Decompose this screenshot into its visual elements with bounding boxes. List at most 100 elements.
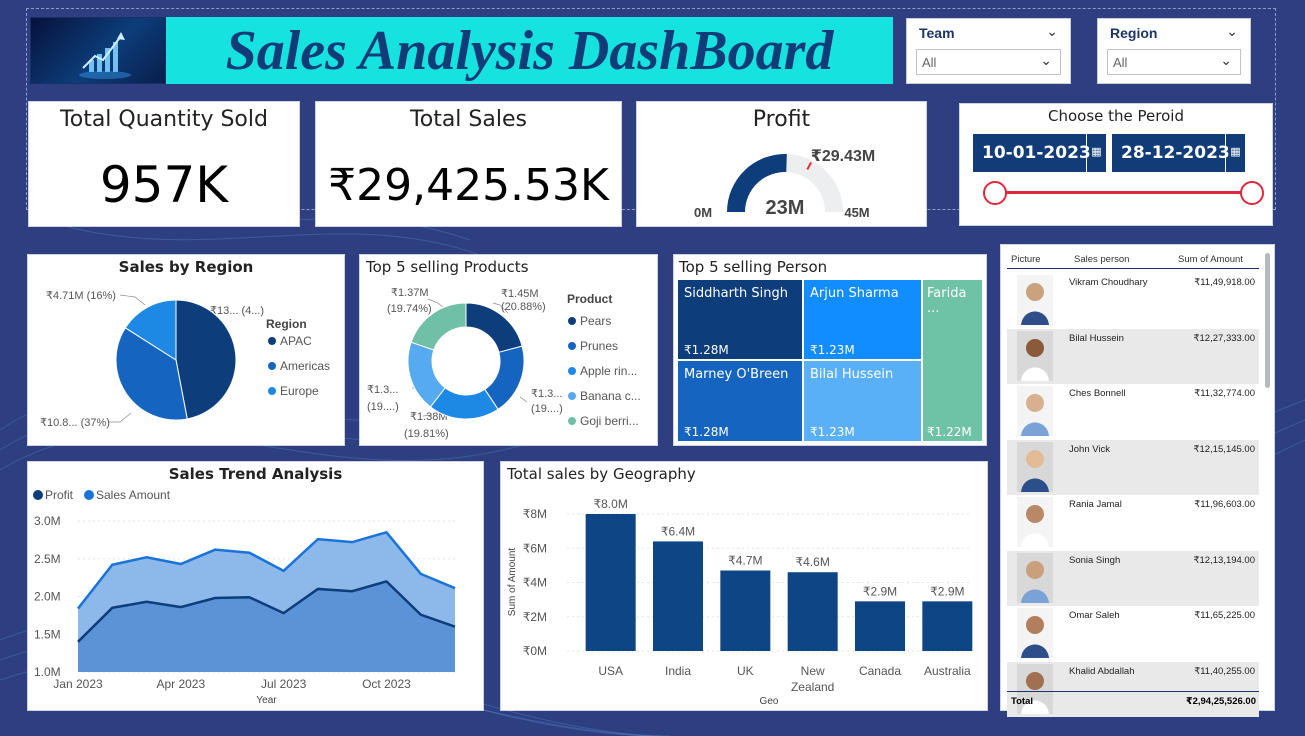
sales-by-region-card: Sales by Region ₹13... (4...) ₹10.8... (…: [27, 254, 345, 446]
sales-trend-card: Sales Trend Analysis 1.0M 1.5M 2.0M 2.5M 3.0…: [27, 461, 484, 711]
kpi-total-quantity: Total Quantity Sold 957K: [28, 101, 300, 227]
sales-trend-chart: 1.0M1.5M2.0M2.5M3.0MJan 2023 Apr 2023 Jul …: [33, 488, 456, 706]
x-tick-label: Zealand: [791, 680, 834, 694]
treemap-cell[interactable]: Siddharth Singh ₹1.28M: [678, 280, 802, 359]
avatar: [1017, 275, 1053, 325]
chevron-down-icon[interactable]: ⌄: [1226, 23, 1238, 40]
sales-amount: ₹12,13,194.00: [1193, 554, 1255, 566]
sales-person-table: Picture Sales person Sum of Amount Vikra…: [1000, 244, 1275, 717]
sales-person-name: Khalid Abdallah: [1069, 665, 1135, 677]
table-scrollbar[interactable]: [1265, 253, 1270, 388]
calendar-icon[interactable]: ▦: [1225, 134, 1245, 172]
bar: [653, 541, 703, 651]
legend-marker: [268, 337, 276, 345]
column-header: Picture: [1011, 254, 1041, 265]
treemap-cell[interactable]: Farida ... ₹1.22M: [923, 280, 982, 441]
growth-chart-icon: [79, 32, 131, 79]
x-tick-label: India: [665, 664, 691, 678]
legend-marker: [33, 490, 43, 500]
data-label: ₹2.9M: [930, 584, 964, 598]
top-products-card: Top 5 selling Products ₹1.45M (20.88%) ₹…: [359, 254, 658, 446]
legend-label: Sales Amount: [96, 488, 171, 502]
person-icon: [1017, 608, 1053, 658]
chevron-down-icon[interactable]: ⌄: [1046, 23, 1058, 40]
team-slicer[interactable]: Team ⌄ All ⌄: [906, 18, 1071, 84]
legend-label: Americas: [280, 359, 330, 373]
person-icon: [1017, 552, 1053, 603]
region-dropdown[interactable]: All ⌄: [1107, 49, 1241, 75]
range-start-handle[interactable]: [983, 181, 1007, 205]
treemap-name: Siddharth Singh: [684, 286, 788, 301]
legend-label: Pears: [580, 314, 611, 328]
team-dropdown[interactable]: All ⌄: [916, 49, 1061, 75]
avatar: [1017, 330, 1053, 381]
table-row[interactable]: Vikram Choudhary ₹11,49,918.00: [1007, 273, 1259, 328]
chart-title: Top 5 selling Person: [679, 258, 828, 276]
treemap-value: ₹1.23M: [810, 425, 855, 439]
profit-gauge: 23M 0M 45M ₹29.43M: [694, 148, 876, 220]
dashboard-title: Sales Analysis DashBoard: [225, 19, 834, 82]
table-row[interactable]: Sonia Singh ₹12,13,194.00: [1007, 550, 1259, 606]
y-tick-label: ₹0M: [523, 644, 547, 658]
table-row[interactable]: Rania Jamal ₹11,96,603.00: [1007, 495, 1259, 550]
treemap-value: ₹1.22M: [927, 425, 972, 439]
calendar-icon[interactable]: ▦: [1086, 134, 1106, 172]
date-range-track[interactable]: [994, 191, 1252, 194]
sales-person-name: Ches Bonnell: [1069, 388, 1126, 399]
treemap-cell[interactable]: Marney O'Breen ₹1.28M: [678, 361, 802, 441]
chevron-down-icon: ⌄: [1220, 52, 1232, 68]
sales-amount: ₹11,40,255.00: [1194, 665, 1255, 677]
treemap-name: Marney O'Breen: [684, 367, 789, 382]
treemap-cell[interactable]: Arjun Sharma ₹1.23M: [804, 280, 921, 359]
sales-amount: ₹11,65,225.00: [1194, 610, 1255, 621]
products-donut-chart: ₹1.45M (20.88%) ₹1.3... (19....) ₹1.38M …: [367, 287, 641, 440]
legend-marker: [568, 317, 576, 325]
gauge-min: 0M: [694, 205, 712, 220]
table-row[interactable]: Khalid Abdallah ₹11,40,255.00: [1007, 661, 1259, 717]
data-label: ₹6.4M: [661, 524, 695, 538]
start-date-input[interactable]: 10-01-2023 ▦: [973, 134, 1106, 172]
y-tick-label: 1.5M: [34, 627, 61, 641]
y-axis-label: Sum of Amount: [507, 548, 518, 617]
sales-person-name: John Vick: [1069, 443, 1111, 455]
region-slicer[interactable]: Region ⌄ All ⌄: [1097, 18, 1251, 84]
total-label: Total: [1011, 696, 1033, 707]
slice-label: (20.88%): [501, 301, 546, 313]
y-tick-label: ₹2M: [523, 610, 547, 624]
person-icon: [1017, 497, 1053, 547]
slice-label: ₹13... (4...): [210, 305, 264, 317]
table-row[interactable]: John Vick ₹12,15,145.00: [1007, 439, 1259, 495]
sales-amount: ₹12,27,333.00: [1193, 332, 1255, 344]
slice-label: (19....): [531, 403, 563, 415]
pie-slice: [175, 299, 237, 420]
treemap-cell[interactable]: Bilal Hussein ₹1.23M: [804, 361, 921, 441]
slice-label: ₹4.71M (16%): [46, 290, 116, 302]
table-row[interactable]: Omar Saleh ₹11,65,225.00: [1007, 606, 1259, 661]
slice-label: ₹1.45M: [501, 288, 539, 300]
person-icon: [1017, 386, 1053, 436]
y-tick-label: ₹6M: [523, 541, 547, 555]
range-end-handle[interactable]: [1240, 181, 1264, 205]
table-row[interactable]: Bilal Hussein ₹12,27,333.00: [1007, 328, 1259, 384]
x-axis-label: Geo: [760, 696, 779, 707]
y-tick-label: 2.5M: [34, 552, 61, 566]
region-pie-chart: ₹13... (4...) ₹10.8... (37%) ₹4.71M (16%…: [40, 290, 330, 429]
bar: [787, 572, 838, 651]
kpi-value: 957K: [99, 156, 229, 214]
table-row[interactable]: Ches Bonnell ₹11,32,774.00: [1007, 384, 1259, 439]
sales-amount: ₹11,96,603.00: [1194, 499, 1255, 510]
legend-marker: [568, 392, 576, 400]
end-date-input[interactable]: 28-12-2023 ▦: [1112, 134, 1245, 172]
legend-label: Prunes: [580, 339, 618, 353]
region-selected-value: All: [1113, 55, 1128, 70]
legend-label: APAC: [280, 334, 312, 348]
x-tick-label: UK: [737, 664, 754, 678]
y-tick-label: ₹4M: [523, 576, 547, 590]
gauge-target-label: ₹29.43M: [811, 148, 876, 165]
legend-marker: [84, 490, 94, 500]
slice-label: ₹1.3...: [367, 384, 398, 396]
avatar: [1017, 386, 1053, 436]
sales-person-name: Bilal Hussein: [1069, 332, 1124, 344]
column-header: Sales person: [1074, 254, 1130, 265]
region-slicer-label: Region: [1110, 25, 1158, 41]
